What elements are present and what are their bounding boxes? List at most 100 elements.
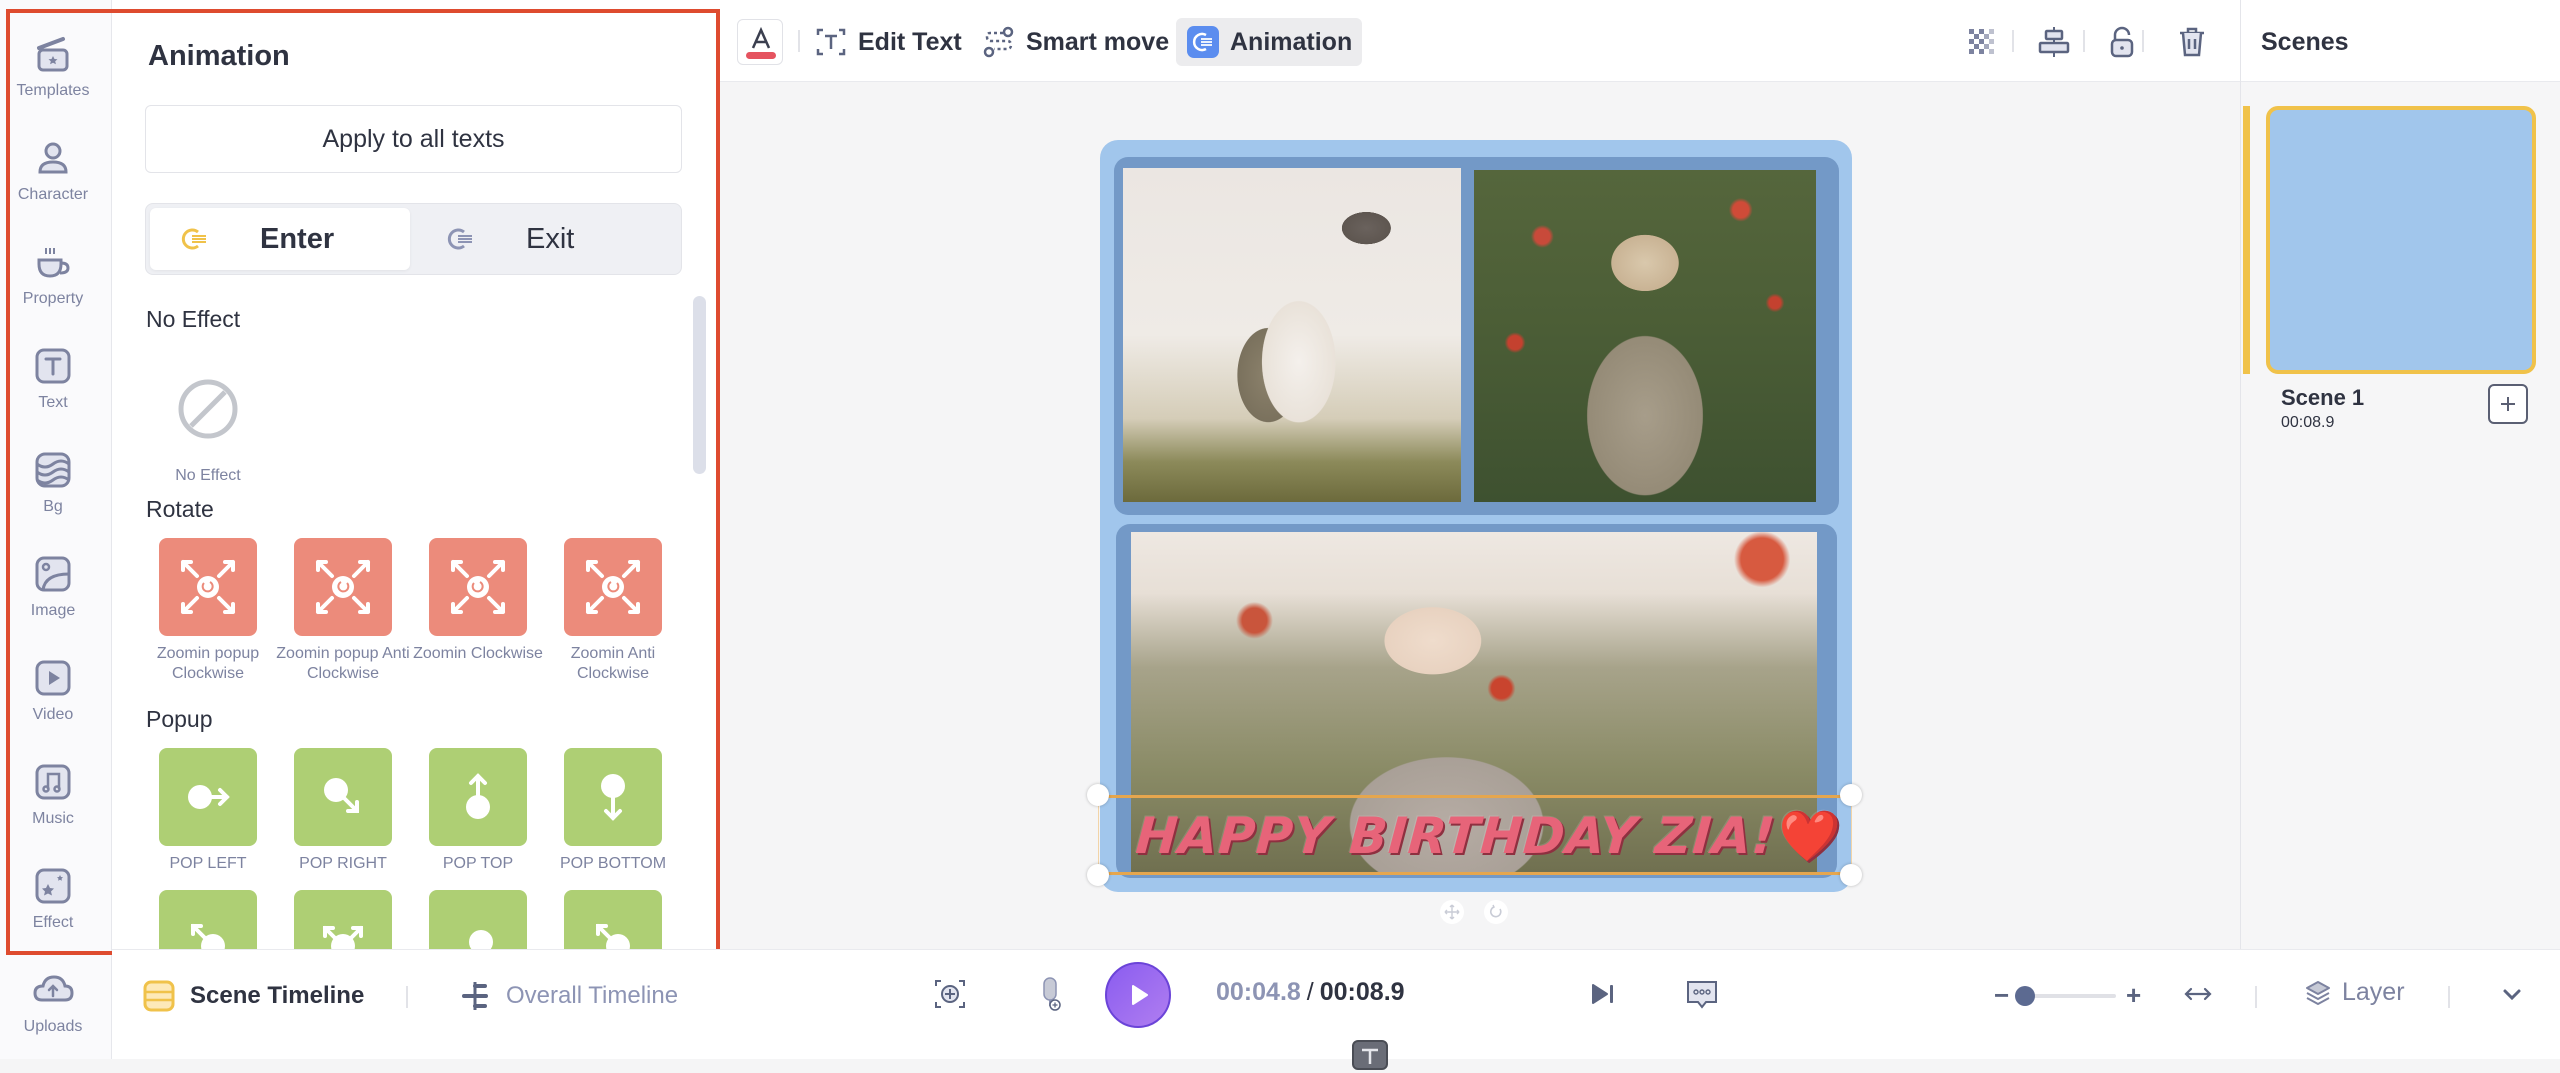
effect-tile-zoomin-clockwise[interactable]: Zoomin Clockwise bbox=[413, 538, 543, 664]
prohibited-icon bbox=[178, 379, 238, 439]
animation-button[interactable]: Animation bbox=[1176, 18, 1363, 66]
sidebar-item-text[interactable]: Text bbox=[0, 332, 106, 436]
pop-top-icon bbox=[466, 773, 490, 819]
text-track-handle[interactable] bbox=[1352, 1040, 1388, 1070]
clapperboard-icon bbox=[37, 37, 69, 72]
effect-tile-pop-spread[interactable] bbox=[294, 890, 392, 955]
play-button[interactable] bbox=[1105, 962, 1171, 1028]
zoom-out-button[interactable]: − bbox=[1994, 980, 2009, 1011]
horizontal-arrows-icon bbox=[2184, 987, 2212, 1001]
add-voiceover-button[interactable] bbox=[1029, 972, 1073, 1016]
effect-tile-pop-top[interactable]: POP TOP bbox=[429, 748, 527, 874]
pop-right-icon bbox=[324, 778, 359, 813]
tab-scene-timeline[interactable]: Scene Timeline bbox=[142, 976, 364, 1016]
sidebar-item-video[interactable]: Video bbox=[0, 644, 106, 748]
text-frame-icon bbox=[816, 28, 846, 56]
text-color-button[interactable] bbox=[737, 19, 783, 65]
lock-button[interactable] bbox=[2102, 20, 2142, 64]
text-t-icon bbox=[1362, 1048, 1378, 1064]
scenes-title: Scenes bbox=[2261, 28, 2349, 56]
tab-exit[interactable]: Exit bbox=[416, 208, 676, 270]
effect-tile-pop-bottom-left[interactable] bbox=[429, 890, 527, 955]
cloud-upload-icon bbox=[33, 975, 74, 1002]
effect-tile-zoomin-popup-anti-clockwise[interactable]: Zoomin popup Anti Clockwise bbox=[276, 538, 410, 684]
bottom-divider bbox=[2448, 986, 2450, 1008]
toolbar-divider bbox=[798, 30, 800, 52]
effect-tile-pop-top-left[interactable] bbox=[159, 890, 257, 955]
sidebar-item-property[interactable]: Property bbox=[0, 228, 106, 332]
zoom-in-button[interactable]: + bbox=[2126, 980, 2141, 1011]
panel-scrollbar[interactable] bbox=[693, 296, 706, 474]
sidebar-item-bg[interactable]: Bg bbox=[0, 436, 106, 540]
smart-move-label: Smart move bbox=[1026, 27, 1170, 56]
zoom-to-fit-button[interactable] bbox=[928, 972, 972, 1016]
effect-tile-no-effect[interactable]: No Effect bbox=[159, 360, 257, 486]
collapse-timeline-button[interactable] bbox=[2490, 972, 2534, 1016]
resize-handle-bottom-right[interactable] bbox=[1840, 864, 1862, 886]
popup-effect-box bbox=[159, 748, 257, 846]
resize-handle-top-right[interactable] bbox=[1840, 784, 1862, 806]
photo-mother-and-child[interactable] bbox=[1123, 168, 1461, 502]
effect-tile-pop-left[interactable]: POP LEFT bbox=[159, 748, 257, 874]
transparency-button[interactable] bbox=[1962, 20, 2002, 64]
timeline-zoom-slider-thumb[interactable] bbox=[2014, 986, 2035, 1006]
skip-forward-button[interactable] bbox=[1580, 972, 1624, 1016]
move-handle[interactable] bbox=[1440, 900, 1464, 924]
focus-plus-icon bbox=[935, 980, 965, 1008]
edit-text-button[interactable]: Edit Text bbox=[814, 18, 962, 66]
sidebar-item-effect[interactable]: Effect bbox=[0, 852, 106, 956]
popup-effect-box bbox=[429, 748, 527, 846]
sidebar-item-uploads[interactable]: Uploads bbox=[0, 960, 106, 1059]
rotate-handle[interactable] bbox=[1484, 900, 1508, 924]
left-sidebar: Templates Character Property Text Bg Ima… bbox=[0, 0, 112, 1059]
fit-width-button[interactable] bbox=[2176, 972, 2220, 1016]
popup-effect-box bbox=[429, 890, 527, 955]
tab-overall-timeline[interactable]: Overall Timeline bbox=[458, 976, 678, 1016]
effect-tile-zoomin-popup-clockwise[interactable]: Zoomin popup Clockwise bbox=[157, 538, 259, 684]
sidebar-item-label: Music bbox=[32, 810, 74, 827]
smart-move-button[interactable]: Smart move bbox=[982, 18, 1169, 66]
rotate-effect-box bbox=[159, 538, 257, 636]
birthday-text-content: HAPPY BIRTHDAY ZIA! bbox=[1133, 807, 1778, 865]
layer-button[interactable]: Layer bbox=[2304, 978, 2405, 1007]
skip-forward-icon bbox=[1592, 984, 1613, 1004]
scene-thumbnail[interactable] bbox=[2266, 106, 2536, 374]
bottom-divider bbox=[2255, 986, 2257, 1008]
photo-girl-in-poppy-field[interactable] bbox=[1474, 170, 1816, 502]
tab-enter-label: Enter bbox=[260, 222, 335, 255]
pop-top-left-icon bbox=[596, 924, 630, 955]
apply-to-all-texts-button[interactable]: Apply to all texts bbox=[145, 105, 682, 173]
resize-handle-bottom-left[interactable] bbox=[1087, 864, 1109, 886]
effect-caption: POP LEFT bbox=[169, 855, 247, 872]
enter-exit-toggle: Enter Exit bbox=[145, 203, 682, 275]
sidebar-item-label: Bg bbox=[43, 498, 63, 515]
tab-enter[interactable]: Enter bbox=[150, 208, 410, 270]
sidebar-item-character[interactable]: Character bbox=[0, 124, 106, 228]
background-waves-icon bbox=[35, 452, 71, 488]
align-button[interactable] bbox=[2034, 20, 2074, 64]
heart-emoji: ❤️ bbox=[1775, 806, 1844, 865]
panel-title: Animation bbox=[148, 40, 290, 72]
add-scene-button[interactable] bbox=[2488, 384, 2528, 424]
effect-tile-pop-top-left-2[interactable] bbox=[564, 890, 662, 955]
effect-tile-zoomin-anti-clockwise[interactable]: Zoomin Anti Clockwise bbox=[564, 538, 662, 684]
delete-button[interactable] bbox=[2172, 20, 2212, 64]
smart-move-path-icon bbox=[983, 26, 1014, 58]
unlock-icon bbox=[2110, 26, 2134, 58]
sparkle-stars-icon bbox=[35, 868, 71, 904]
effect-tile-pop-bottom[interactable]: POP BOTTOM bbox=[560, 748, 666, 874]
sidebar-item-music[interactable]: Music bbox=[0, 748, 106, 852]
toolbar-divider bbox=[2083, 30, 2085, 52]
animation-icon bbox=[1187, 26, 1219, 58]
sidebar-item-image[interactable]: Image bbox=[0, 540, 106, 644]
effect-caption: Zoomin popup Clockwise bbox=[156, 645, 260, 682]
sidebar-item-label: Character bbox=[17, 186, 89, 203]
subtitles-button[interactable] bbox=[1680, 972, 1724, 1016]
effect-tile-pop-right[interactable]: POP RIGHT bbox=[294, 748, 392, 874]
birthday-text[interactable]: HAPPY BIRTHDAY ZIA! ❤️ bbox=[1133, 800, 1843, 872]
resize-handle-top-left[interactable] bbox=[1087, 784, 1109, 806]
pop-bottom-icon bbox=[601, 774, 625, 821]
sidebar-item-templates[interactable]: Templates bbox=[0, 20, 106, 124]
layers-icon bbox=[2306, 980, 2330, 1005]
effect-caption: Zoomin popup Anti Clockwise bbox=[276, 645, 410, 682]
